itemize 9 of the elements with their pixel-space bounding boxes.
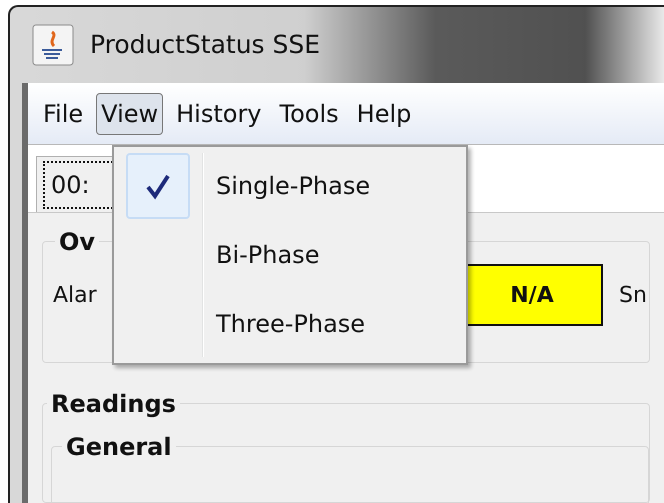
menu-item[interactable]: File	[38, 92, 88, 134]
menu-item[interactable]: Help	[352, 92, 416, 134]
alarm-label: Alar	[53, 282, 98, 310]
menu-item[interactable]: History	[171, 92, 267, 134]
window-title: ProductStatus SSE	[90, 29, 320, 62]
menu-item[interactable]: Tools	[274, 92, 344, 134]
menu-item[interactable]: View	[96, 92, 164, 134]
field-label: Sn	[619, 282, 647, 310]
app-icon	[32, 24, 74, 66]
